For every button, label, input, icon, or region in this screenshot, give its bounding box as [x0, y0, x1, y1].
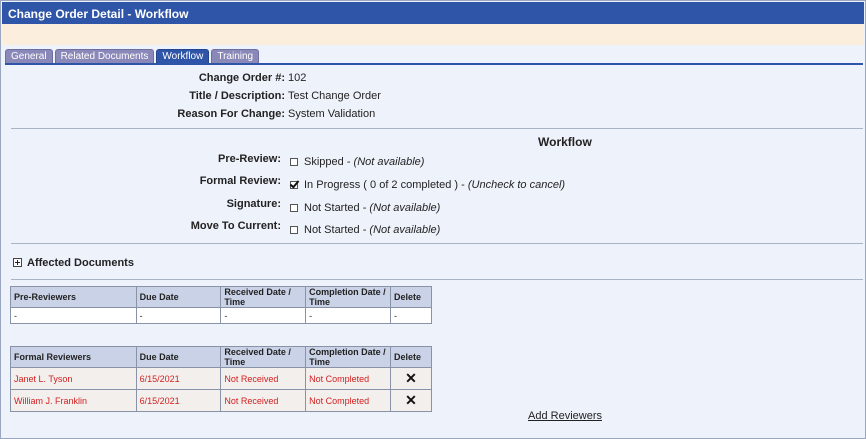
completion-date: Not Completed [305, 389, 391, 412]
table-cell: - [390, 307, 432, 324]
move-to-current-checkbox[interactable] [290, 226, 298, 234]
table-header-row: Formal Reviewers Due Date Received Date … [10, 346, 432, 368]
column-header: Received Date / Time [220, 346, 307, 368]
pre-review-label: Pre-Review: [218, 153, 281, 165]
table-row: William J. Franklin 6/15/2021 Not Receiv… [10, 389, 432, 412]
column-header: Due Date [135, 286, 222, 308]
status-separator: - [359, 224, 370, 236]
received-date: Not Received [220, 389, 307, 412]
window-title: Change Order Detail - Workflow [2, 2, 864, 24]
column-header: Due Date [135, 346, 222, 368]
title-label: Title / Description: [189, 90, 285, 102]
move-to-current-status-text: Not Started [304, 224, 360, 236]
workflow-panel: Change Order #: 102 Title / Description:… [5, 65, 863, 437]
delete-cell: ✕ [390, 389, 432, 412]
status-separator: - [458, 179, 468, 191]
delete-icon[interactable]: ✕ [394, 370, 428, 387]
status-separator: - [359, 202, 370, 214]
reviewer-name[interactable]: William J. Franklin [10, 389, 137, 412]
title-value: Test Change Order [288, 90, 381, 102]
due-date: 6/15/2021 [135, 367, 222, 390]
table-cell: - [305, 307, 391, 324]
table-row: - - - - - [10, 307, 432, 324]
pre-review-checkbox[interactable] [290, 158, 298, 166]
status-separator: - [343, 156, 354, 168]
formal-reviewers-table: Formal Reviewers Due Date Received Date … [10, 346, 432, 412]
column-header: Delete [390, 286, 432, 308]
table-header-row: Pre-Reviewers Due Date Received Date / T… [10, 286, 432, 308]
signature-checkbox[interactable] [290, 204, 298, 212]
pre-review-status-text: Skipped [304, 156, 344, 168]
column-header: Completion Date / Time [305, 346, 391, 368]
formal-review-label: Formal Review: [199, 175, 281, 187]
separator [11, 128, 863, 129]
signature-label: Signature: [226, 198, 281, 210]
tab-general[interactable]: General [5, 49, 53, 64]
separator [11, 279, 863, 280]
column-header: Completion Date / Time [305, 286, 391, 308]
column-header: Delete [390, 346, 432, 368]
reason-label: Reason For Change: [177, 108, 285, 120]
change-order-value: 102 [288, 72, 307, 84]
change-order-label: Change Order #: [198, 72, 285, 84]
table-cell: - [220, 307, 307, 324]
delete-cell: ✕ [390, 367, 432, 390]
affected-documents-toggle[interactable]: Affected Documents [13, 257, 134, 269]
workflow-heading: Workflow [538, 135, 592, 149]
reviewer-name[interactable]: Janet L. Tyson [10, 367, 137, 390]
pre-review-note: (Not available) [353, 156, 425, 168]
pre-reviewers-table: Pre-Reviewers Due Date Received Date / T… [10, 286, 432, 324]
info-banner [2, 24, 864, 45]
formal-review-checkbox[interactable] [290, 181, 298, 189]
formal-review-status: In Progress ( 0 of 2 completed ) - (Unch… [290, 179, 565, 191]
signature-note: (Not available) [369, 202, 441, 214]
signature-status-text: Not Started [304, 202, 360, 214]
separator [11, 243, 863, 244]
formal-review-status-text: In Progress ( 0 of 2 completed ) [304, 179, 459, 191]
move-to-current-status: Not Started - (Not available) [290, 224, 440, 236]
reason-value: System Validation [288, 108, 376, 120]
delete-icon[interactable]: ✕ [394, 392, 428, 409]
pre-review-status: Skipped - (Not available) [290, 156, 424, 168]
column-header: Formal Reviewers [10, 346, 137, 368]
tab-bar: General Related Documents Workflow Train… [5, 49, 260, 64]
table-row: Janet L. Tyson 6/15/2021 Not Received No… [10, 367, 432, 390]
affected-documents-label: Affected Documents [27, 257, 134, 269]
tab-related-documents[interactable]: Related Documents [54, 49, 155, 64]
formal-review-note: (Uncheck to cancel) [467, 179, 566, 191]
move-to-current-note: (Not available) [369, 224, 441, 236]
tab-workflow[interactable]: Workflow [156, 49, 210, 64]
column-header: Pre-Reviewers [10, 286, 137, 308]
due-date: 6/15/2021 [135, 389, 222, 412]
table-cell: - [135, 307, 222, 324]
tab-training[interactable]: Training [211, 49, 260, 64]
move-to-current-label: Move To Current: [190, 220, 281, 232]
completion-date: Not Completed [305, 367, 391, 390]
app-window: Change Order Detail - Workflow General R… [0, 0, 866, 439]
column-header: Received Date / Time [220, 286, 307, 308]
add-reviewers-link[interactable]: Add Reviewers [528, 410, 602, 422]
received-date: Not Received [220, 367, 307, 390]
expand-icon [13, 258, 22, 267]
signature-status: Not Started - (Not available) [290, 202, 440, 214]
table-cell: - [10, 307, 137, 324]
